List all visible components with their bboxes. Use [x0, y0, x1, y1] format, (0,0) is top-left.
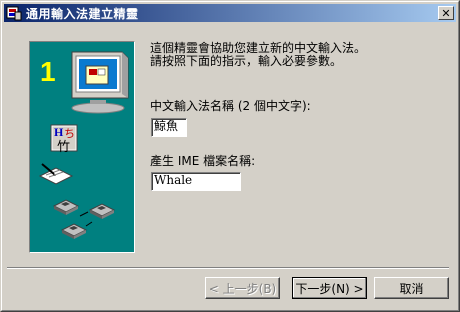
wizard-side-panel: 1 H ち 竹 — [29, 41, 135, 253]
floppy-disks-icon — [52, 199, 116, 239]
ime-name-label: 中文輸入法名稱 (2 個中文字): — [150, 99, 311, 113]
ime-file-input[interactable]: Whale — [151, 172, 241, 191]
window-title: 通用輸入法建立精靈 — [26, 6, 139, 21]
step-number: 1 — [40, 56, 56, 87]
intro-line-2: 請按照下面的指示，輸入必要參數。 — [150, 54, 343, 68]
close-button[interactable]: ✕ — [438, 6, 454, 20]
back-button[interactable]: < 上一步(B) — [205, 277, 280, 299]
ime-app-icon — [6, 5, 22, 21]
close-icon: ✕ — [441, 6, 451, 20]
title-bar[interactable]: 通用輸入法建立精靈 ✕ — [4, 4, 456, 22]
next-button[interactable]: 下一步(N) > — [292, 277, 367, 299]
input-method-glyph-icon: H ち 竹 — [50, 124, 78, 155]
glyph-cangjie: 竹 — [57, 140, 71, 155]
button-separator — [7, 267, 449, 269]
cancel-button[interactable]: 取消 — [374, 277, 449, 299]
computer-monitor-icon — [71, 51, 129, 114]
pen-notebook-icon — [38, 163, 74, 185]
ime-file-label: 產生 IME 檔案名稱: — [150, 154, 256, 168]
wizard-window: 通用輸入法建立精靈 ✕ 1 H ち 竹 這個精靈會協助您建立新的中文輸入法。 請… — [0, 0, 460, 312]
ime-name-input[interactable]: 鯨魚 — [151, 118, 187, 137]
